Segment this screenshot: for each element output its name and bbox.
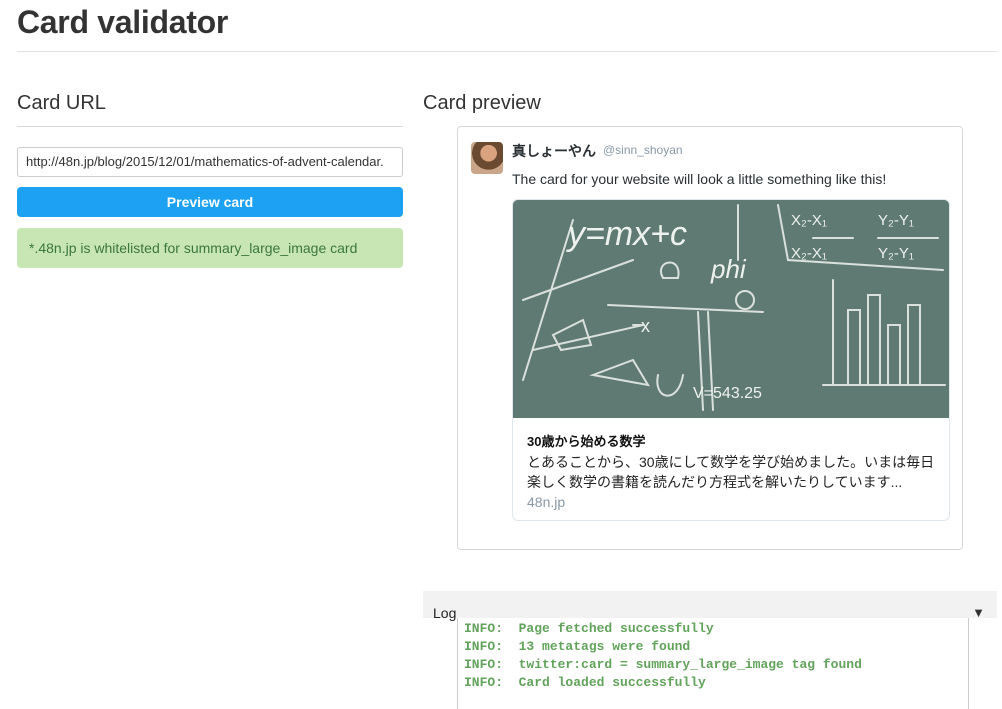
card-description: とあることから、30歳にして数学を学び始めました。いまは毎日楽しく数学の書籍を読… [527,454,935,490]
card-url-heading: Card URL [17,92,106,114]
log-header[interactable]: Log ▼ [423,591,997,621]
preview-card-button[interactable]: Preview card [17,187,403,217]
card-image-phi: phi [710,254,747,284]
card-image-fraction-left-top: X₂-X₁ [791,212,827,229]
card-image-equation: y=mx+c [566,215,687,253]
log-line: INFO: Page fetched successfully [464,621,714,636]
card-image-fraction-right-bottom: Y₂-Y₁ [878,245,914,262]
tweet-preview: 真しょーやん @sinn_shoyan The card for your we… [457,126,963,550]
log-line: INFO: twitter:card = summary_large_image… [464,657,862,672]
card-url-input[interactable]: http://48n.jp/blog/2015/12/01/mathematic… [17,147,403,177]
whitelist-status-message: *.48n.jp is whitelisted for summary_larg… [17,228,403,268]
page-title: Card validator [17,4,228,40]
tweet-display-name: 真しょーやん [512,143,596,159]
log-line: INFO: 13 metatags were found [464,639,691,654]
summary-large-image-card[interactable]: y=mx+c phi x V=543.25 X₂-X₁ X₂-X₁ Y₂-Y₁ … [512,199,950,521]
card-preview-heading: Card preview [423,92,541,114]
card-image-fraction-right-top: Y₂-Y₁ [878,212,914,229]
card-title: 30歳から始める数学 [527,434,646,449]
log-output: INFO: Page fetched successfully INFO: 13… [457,618,969,709]
card-image-chalkboard: y=mx+c phi x V=543.25 X₂-X₁ X₂-X₁ Y₂-Y₁ … [513,200,949,418]
avatar [471,142,503,174]
title-divider [17,51,997,52]
tweet-screen-name: @sinn_shoyan [603,143,683,157]
tweet-text: The card for your website will look a li… [512,171,887,187]
card-image-v-label: V=543.25 [693,385,762,402]
card-image-fraction-left-bottom: X₂-X₁ [791,245,827,262]
log-line: INFO: Card loaded successfully [464,675,706,690]
log-label: Log [433,605,457,621]
card-url-divider [17,126,403,127]
card-image-x-label: x [641,316,650,336]
card-domain: 48n.jp [527,494,566,510]
chevron-down-icon[interactable]: ▼ [972,605,985,620]
